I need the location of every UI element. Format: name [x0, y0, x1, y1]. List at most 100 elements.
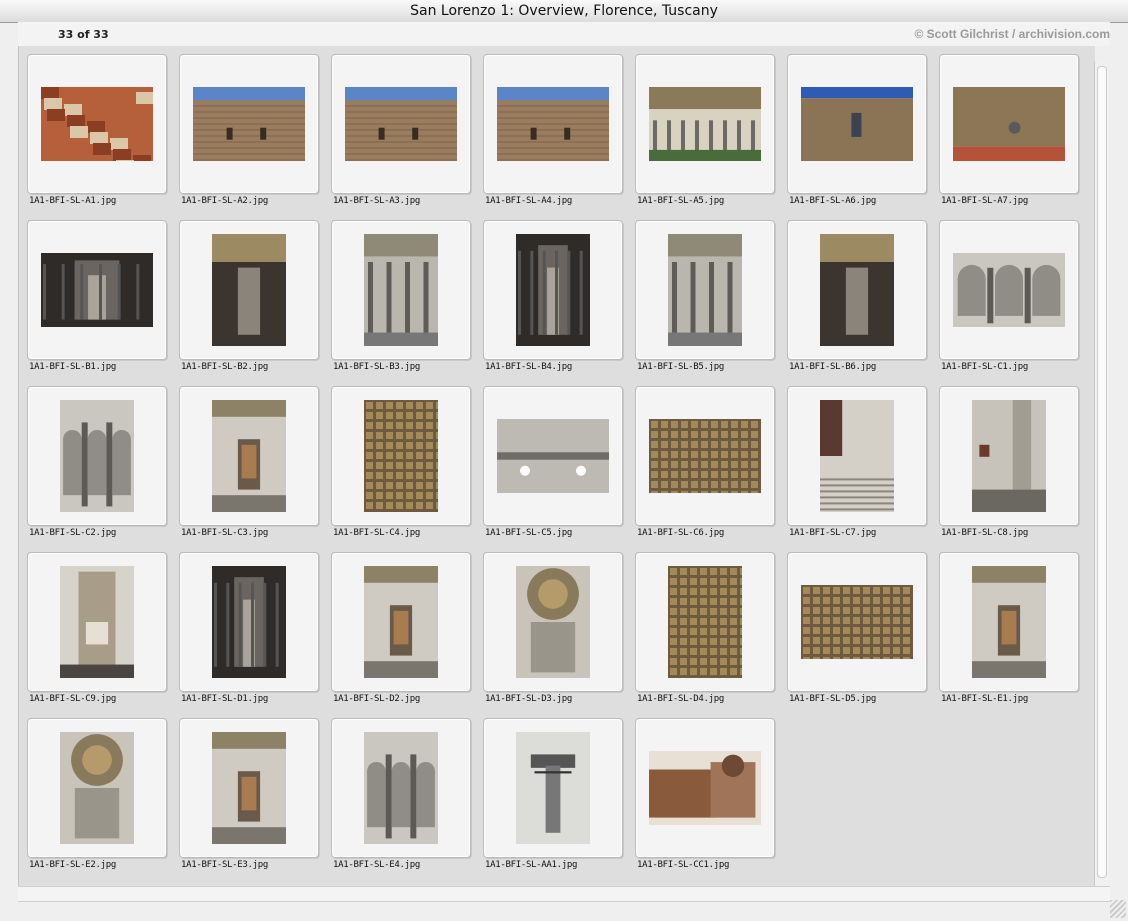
thumbnail-frame[interactable] [483, 54, 623, 194]
thumbnail-item[interactable]: 1A1-BFI-SL-C6.jpg [629, 380, 781, 546]
thumbnail-image[interactable] [41, 87, 153, 161]
thumbnail-frame[interactable] [939, 386, 1079, 526]
thumbnail-image[interactable] [212, 400, 286, 512]
thumbnail-item[interactable]: 1A1-BFI-SL-C3.jpg [173, 380, 325, 546]
thumbnail-image[interactable] [60, 400, 134, 512]
thumbnail-frame[interactable] [27, 718, 167, 858]
thumbnail-item[interactable]: 1A1-BFI-SL-B5.jpg [629, 214, 781, 380]
thumbnail-frame[interactable] [939, 54, 1079, 194]
thumbnail-image[interactable] [212, 732, 286, 844]
thumbnail-image[interactable] [953, 253, 1065, 327]
thumbnail-item[interactable]: 1A1-BFI-SL-A3.jpg [325, 48, 477, 214]
vertical-scrollbar[interactable] [1094, 62, 1109, 888]
thumbnail-frame[interactable] [635, 54, 775, 194]
thumbnail-image[interactable] [364, 732, 438, 844]
thumbnail-item[interactable]: 1A1-BFI-SL-D4.jpg [629, 546, 781, 712]
thumbnail-item[interactable]: 1A1-BFI-SL-E3.jpg [173, 712, 325, 878]
thumbnail-image[interactable] [497, 87, 609, 161]
thumbnail-item[interactable]: 1A1-BFI-SL-D5.jpg [781, 546, 933, 712]
thumbnail-frame[interactable] [27, 54, 167, 194]
thumbnail-item[interactable]: 1A1-BFI-SL-E2.jpg [21, 712, 173, 878]
thumbnail-image[interactable] [953, 87, 1065, 161]
thumbnail-item[interactable]: 1A1-BFI-SL-C8.jpg [933, 380, 1085, 546]
thumbnail-frame[interactable] [787, 386, 927, 526]
thumbnail-frame[interactable] [27, 220, 167, 360]
window-title-bar[interactable]: San Lorenzo 1: Overview, Florence, Tusca… [0, 0, 1128, 23]
thumbnail-item[interactable]: 1A1-BFI-SL-C7.jpg [781, 380, 933, 546]
thumbnail-frame[interactable] [179, 718, 319, 858]
thumbnail-image[interactable] [60, 566, 134, 678]
thumbnail-frame[interactable] [483, 220, 623, 360]
thumbnail-item[interactable]: 1A1-BFI-SL-CC1.jpg [629, 712, 781, 878]
thumbnail-image[interactable] [516, 566, 590, 678]
thumbnail-frame[interactable] [331, 718, 471, 858]
thumbnail-item[interactable]: 1A1-BFI-SL-A2.jpg [173, 48, 325, 214]
thumbnail-item[interactable]: 1A1-BFI-SL-AA1.jpg [477, 712, 629, 878]
thumbnail-frame[interactable] [27, 386, 167, 526]
thumbnail-item[interactable]: 1A1-BFI-SL-B6.jpg [781, 214, 933, 380]
thumbnail-image[interactable] [193, 87, 305, 161]
thumbnail-image[interactable] [364, 234, 438, 346]
thumbnail-image[interactable] [668, 234, 742, 346]
thumbnail-image[interactable] [212, 234, 286, 346]
thumbnail-frame[interactable] [179, 386, 319, 526]
thumbnail-item[interactable]: 1A1-BFI-SL-A6.jpg [781, 48, 933, 214]
thumbnail-image[interactable] [60, 732, 134, 844]
thumbnail-frame[interactable] [179, 220, 319, 360]
thumbnail-image[interactable] [649, 751, 761, 825]
thumbnail-item[interactable]: 1A1-BFI-SL-A7.jpg [933, 48, 1085, 214]
thumbnail-frame[interactable] [483, 386, 623, 526]
thumbnail-frame[interactable] [635, 386, 775, 526]
thumbnail-frame[interactable] [331, 54, 471, 194]
thumbnail-image[interactable] [668, 566, 742, 678]
thumbnail-image[interactable] [972, 400, 1046, 512]
thumbnail-image[interactable] [41, 253, 153, 327]
thumbnail-image[interactable] [364, 400, 438, 512]
thumbnail-item[interactable]: 1A1-BFI-SL-E1.jpg [933, 546, 1085, 712]
thumbnail-frame[interactable] [635, 552, 775, 692]
thumbnail-frame[interactable] [331, 552, 471, 692]
thumbnail-item[interactable]: 1A1-BFI-SL-C2.jpg [21, 380, 173, 546]
thumbnail-item[interactable]: 1A1-BFI-SL-A4.jpg [477, 48, 629, 214]
thumbnail-frame[interactable] [635, 220, 775, 360]
thumbnail-frame[interactable] [179, 552, 319, 692]
thumbnail-image[interactable] [516, 234, 590, 346]
thumbnail-item[interactable]: 1A1-BFI-SL-A5.jpg [629, 48, 781, 214]
thumbnail-image[interactable] [649, 419, 761, 493]
thumbnail-item[interactable]: 1A1-BFI-SL-D3.jpg [477, 546, 629, 712]
thumbnail-image[interactable] [801, 87, 913, 161]
thumbnail-frame[interactable] [331, 386, 471, 526]
thumbnail-frame[interactable] [483, 718, 623, 858]
thumbnail-item[interactable]: 1A1-BFI-SL-D1.jpg [173, 546, 325, 712]
thumbnail-frame[interactable] [939, 552, 1079, 692]
thumbnail-image[interactable] [516, 732, 590, 844]
thumbnail-item[interactable]: 1A1-BFI-SL-E4.jpg [325, 712, 477, 878]
thumbnail-frame[interactable] [635, 718, 775, 858]
thumbnail-image[interactable] [649, 87, 761, 161]
thumbnail-image[interactable] [212, 566, 286, 678]
thumbnail-item[interactable]: 1A1-BFI-SL-C4.jpg [325, 380, 477, 546]
resize-grip[interactable] [1110, 900, 1126, 918]
thumbnail-frame[interactable] [179, 54, 319, 194]
thumbnail-item[interactable]: 1A1-BFI-SL-C1.jpg [933, 214, 1085, 380]
thumbnail-item[interactable]: 1A1-BFI-SL-C5.jpg [477, 380, 629, 546]
thumbnail-item[interactable]: 1A1-BFI-SL-B2.jpg [173, 214, 325, 380]
thumbnail-frame[interactable] [331, 220, 471, 360]
thumbnail-frame[interactable] [27, 552, 167, 692]
thumbnail-frame[interactable] [483, 552, 623, 692]
thumbnail-image[interactable] [972, 566, 1046, 678]
thumbnail-frame[interactable] [939, 220, 1079, 360]
thumbnail-item[interactable]: 1A1-BFI-SL-B1.jpg [21, 214, 173, 380]
thumbnail-image[interactable] [820, 234, 894, 346]
thumbnail-item[interactable]: 1A1-BFI-SL-A1.jpg [21, 48, 173, 214]
thumbnail-item[interactable]: 1A1-BFI-SL-D2.jpg [325, 546, 477, 712]
scroll-thumb[interactable] [1097, 66, 1107, 878]
thumbnail-image[interactable] [364, 566, 438, 678]
thumbnail-image[interactable] [497, 419, 609, 493]
thumbnail-item[interactable]: 1A1-BFI-SL-C9.jpg [21, 546, 173, 712]
horizontal-scrollbar[interactable] [18, 886, 1110, 902]
thumbnail-frame[interactable] [787, 54, 927, 194]
thumbnail-image[interactable] [820, 400, 894, 512]
thumbnail-frame[interactable] [787, 552, 927, 692]
thumbnail-image[interactable] [801, 585, 913, 659]
